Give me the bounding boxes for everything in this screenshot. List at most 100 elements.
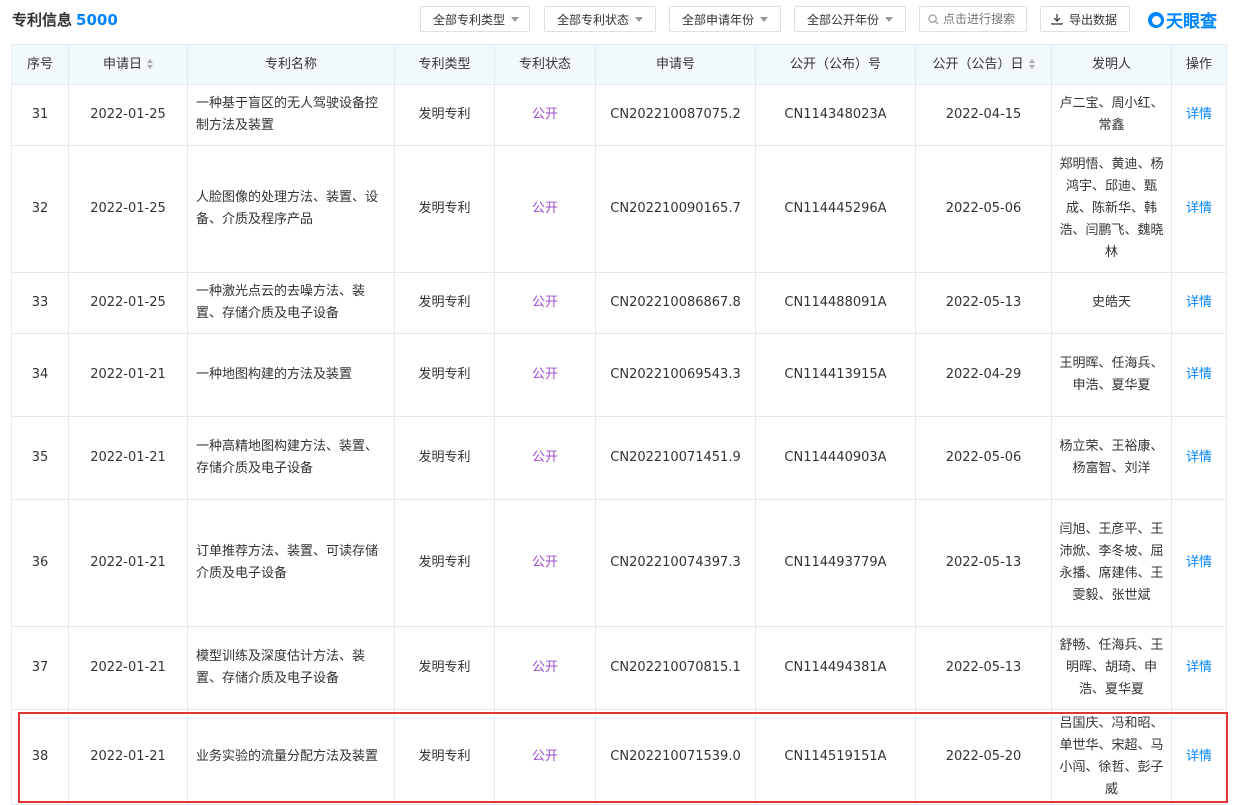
detail-link[interactable]: 详情 xyxy=(1171,272,1227,334)
cell-status: 公开 xyxy=(494,709,596,805)
cell-type: 发明专利 xyxy=(394,709,495,805)
title-text: 专利信息 xyxy=(12,11,73,29)
filter-patent-type[interactable]: 全部专利类型 xyxy=(420,6,530,32)
table-row: 31 2022-01-25 一种基于盲区的无人驾驶设备控制方法及装置 发明专利 … xyxy=(11,84,1227,146)
cell-app-no: CN202210090165.7 xyxy=(595,145,756,273)
export-label: 导出数据 xyxy=(1069,12,1118,27)
cell-type: 发明专利 xyxy=(394,272,495,334)
cell-pub-date: 2022-05-20 xyxy=(915,709,1052,805)
cell-status: 公开 xyxy=(494,416,596,500)
cell-inventors: 卢二宝、周小红、常鑫 xyxy=(1051,84,1172,146)
cell-no: 37 xyxy=(11,626,69,710)
cell-apply-date: 2022-01-21 xyxy=(68,333,188,417)
table-row: 37 2022-01-21 模型训练及深度估计方法、装置、存储介质及电子设备 发… xyxy=(11,626,1227,710)
cell-type: 发明专利 xyxy=(394,499,495,627)
cell-app-no: CN202210071539.0 xyxy=(595,709,756,805)
cell-type: 发明专利 xyxy=(394,145,495,273)
cell-no: 35 xyxy=(11,416,69,500)
col-header-pub-date[interactable]: 公开（公告）日 xyxy=(915,44,1052,85)
cell-status: 公开 xyxy=(494,84,596,146)
chevron-down-icon xyxy=(511,16,520,22)
result-count: 5000 xyxy=(76,11,118,29)
detail-link[interactable]: 详情 xyxy=(1171,709,1227,805)
cell-type: 发明专利 xyxy=(394,84,495,146)
filter-patent-status[interactable]: 全部专利状态 xyxy=(544,6,656,32)
download-icon xyxy=(1051,14,1063,25)
cell-inventors: 王明晖、任海兵、申浩、夏华夏 xyxy=(1051,333,1172,417)
table-row: 38 2022-01-21 业务实验的流量分配方法及装置 发明专利 公开 CN2… xyxy=(11,709,1227,805)
cell-app-no: CN202210074397.3 xyxy=(595,499,756,627)
cell-inventors: 闫旭、王彦平、王沛焮、李冬坡、屈永播、席建伟、王雯毅、张世斌 xyxy=(1051,499,1172,627)
filter-apply-year[interactable]: 全部申请年份 xyxy=(669,6,781,32)
cell-apply-date: 2022-01-21 xyxy=(68,626,188,710)
cell-app-no: CN202210069543.3 xyxy=(595,333,756,417)
cell-inventors: 杨立荣、王裕康、杨富智、刘洋 xyxy=(1051,416,1172,500)
cell-pub-no: CN114519151A xyxy=(755,709,916,805)
cell-no: 36 xyxy=(11,499,69,627)
cell-pub-no: CN114440903A xyxy=(755,416,916,500)
search-box[interactable] xyxy=(919,6,1027,32)
cell-status: 公开 xyxy=(494,626,596,710)
cell-apply-date: 2022-01-25 xyxy=(68,145,188,273)
cell-apply-date: 2022-01-25 xyxy=(68,84,188,146)
chevron-down-icon xyxy=(760,16,769,22)
filter-publish-year[interactable]: 全部公开年份 xyxy=(794,6,906,32)
cell-no: 38 xyxy=(11,709,69,805)
filter-label: 全部公开年份 xyxy=(807,12,880,27)
detail-link[interactable]: 详情 xyxy=(1171,626,1227,710)
cell-pub-date: 2022-04-29 xyxy=(915,333,1052,417)
cell-name: 订单推荐方法、装置、可读存储介质及电子设备 xyxy=(187,499,395,627)
toolbar: 专利信息5000 全部专利类型 全部专利状态 全部申请年份 全部公开年份 导出数… xyxy=(0,0,1237,40)
cell-apply-date: 2022-01-21 xyxy=(68,416,188,500)
cell-no: 32 xyxy=(11,145,69,273)
filter-label: 全部专利状态 xyxy=(557,12,630,27)
table-row: 36 2022-01-21 订单推荐方法、装置、可读存储介质及电子设备 发明专利… xyxy=(11,499,1227,627)
col-header-action: 操作 xyxy=(1171,44,1227,85)
cell-status: 公开 xyxy=(494,333,596,417)
detail-link[interactable]: 详情 xyxy=(1171,416,1227,500)
cell-type: 发明专利 xyxy=(394,416,495,500)
col-header-name: 专利名称 xyxy=(187,44,395,85)
detail-link[interactable]: 详情 xyxy=(1171,499,1227,627)
col-header-inventors: 发明人 xyxy=(1051,44,1172,85)
cell-pub-no: CN114348023A xyxy=(755,84,916,146)
cell-status: 公开 xyxy=(494,145,596,273)
cell-pub-date: 2022-04-15 xyxy=(915,84,1052,146)
logo-text: 天眼查 xyxy=(1166,12,1217,32)
sort-icon[interactable] xyxy=(1028,59,1035,69)
cell-pub-no: CN114494381A xyxy=(755,626,916,710)
cell-apply-date: 2022-01-21 xyxy=(68,709,188,805)
sort-icon[interactable] xyxy=(147,59,153,69)
col-header-app-no: 申请号 xyxy=(595,44,756,85)
detail-link[interactable]: 详情 xyxy=(1171,84,1227,146)
cell-pub-date: 2022-05-13 xyxy=(915,272,1052,334)
cell-name: 一种地图构建的方法及装置 xyxy=(187,333,395,417)
table-row: 35 2022-01-21 一种高精地图构建方法、装置、存储介质及电子设备 发明… xyxy=(11,416,1227,500)
export-button[interactable]: 导出数据 xyxy=(1040,6,1130,32)
cell-status: 公开 xyxy=(494,272,596,334)
cell-type: 发明专利 xyxy=(394,626,495,710)
col-label: 申请日 xyxy=(102,56,142,72)
cell-name: 一种激光点云的去噪方法、装置、存储介质及电子设备 xyxy=(187,272,395,334)
cell-app-no: CN202210087075.2 xyxy=(595,84,756,146)
col-header-pub-no: 公开（公布）号 xyxy=(755,44,916,85)
table-row: 32 2022-01-25 人脸图像的处理方法、装置、设备、介质及程序产品 发明… xyxy=(11,145,1227,273)
cell-inventors: 吕国庆、冯和昭、单世华、宋超、马小闯、徐哲、彭子威 xyxy=(1051,709,1172,805)
detail-link[interactable]: 详情 xyxy=(1171,145,1227,273)
cell-name: 一种基于盲区的无人驾驶设备控制方法及装置 xyxy=(187,84,395,146)
chevron-down-icon xyxy=(885,16,894,22)
search-input[interactable] xyxy=(943,12,1023,26)
cell-pub-no: CN114488091A xyxy=(755,272,916,334)
cell-inventors: 舒畅、任海兵、王明晖、胡琦、申浩、夏华夏 xyxy=(1051,626,1172,710)
logo-icon xyxy=(1148,11,1164,28)
col-header-apply-date[interactable]: 申请日 xyxy=(68,44,188,85)
cell-name: 人脸图像的处理方法、装置、设备、介质及程序产品 xyxy=(187,145,395,273)
cell-pub-no: CN114445296A xyxy=(755,145,916,273)
detail-link[interactable]: 详情 xyxy=(1171,333,1227,417)
cell-name: 模型训练及深度估计方法、装置、存储介质及电子设备 xyxy=(187,626,395,710)
col-header-no: 序号 xyxy=(11,44,69,85)
cell-apply-date: 2022-01-25 xyxy=(68,272,188,334)
cell-inventors: 史皓天 xyxy=(1051,272,1172,334)
cell-pub-date: 2022-05-13 xyxy=(915,626,1052,710)
cell-pub-date: 2022-05-06 xyxy=(915,416,1052,500)
